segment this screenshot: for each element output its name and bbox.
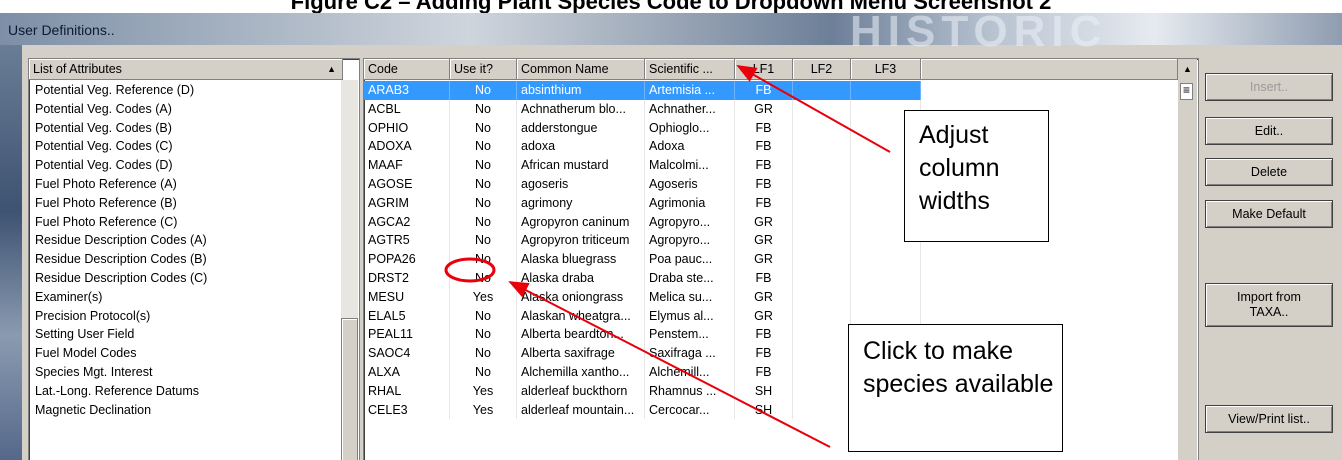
annotation-overlay: [444, 65, 891, 448]
adjust-arrow: [736, 65, 891, 153]
click-arrow: [508, 281, 831, 448]
use-it-highlight-circle: [444, 257, 496, 283]
